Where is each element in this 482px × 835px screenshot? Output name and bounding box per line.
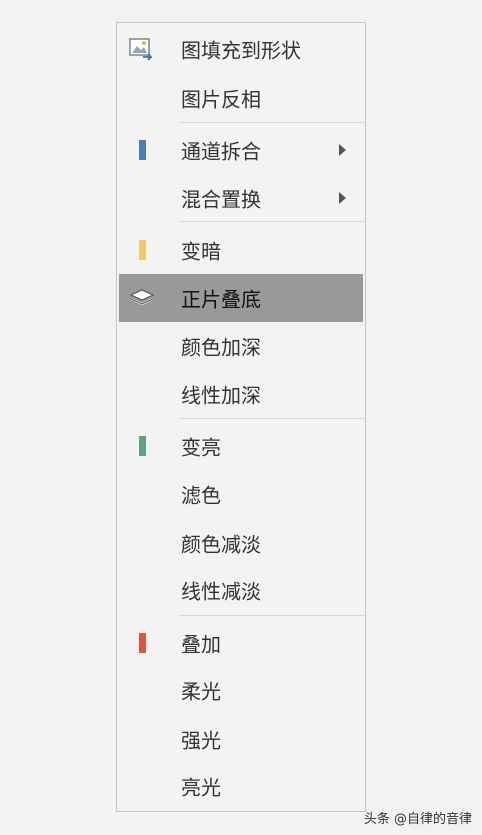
menu-item-channel-split-merge[interactable]: 通道拆合 [119,130,363,170]
menu-item-label: 线性加深 [181,383,261,408]
menu-item-blend-replace[interactable]: 混合置换 [119,178,363,218]
menu-item-label: 混合置换 [181,187,261,212]
menu-separator [179,221,365,222]
menu-item-label: 变暗 [181,239,221,264]
menu-item-label: 强光 [181,728,221,753]
menu-item-overlay[interactable]: 叠加 [119,623,363,663]
menu-item-label: 亮光 [181,775,221,800]
submenu-arrow-icon [339,192,346,204]
menu-item-label: 正片叠底 [181,287,261,312]
menu-item-label: 图填充到形状 [181,38,301,63]
menu-separator [179,418,365,419]
yellow-swatch-icon [139,240,146,260]
picture-fill-icon [129,38,153,61]
red-swatch-icon [139,633,146,653]
menu-item-label: 颜色加深 [181,335,261,360]
menu-item-fill-picture-to-shape[interactable]: 图填充到形状 [119,29,363,69]
menu-item-label: 叠加 [181,632,221,657]
menu-item-label: 滤色 [181,483,221,508]
menu-item-label: 颜色减淡 [181,532,261,557]
green-swatch-icon [139,436,146,456]
blue-swatch-icon [139,140,146,160]
menu-item-linear-burn[interactable]: 线性加深 [119,374,363,414]
menu-item-vivid-light[interactable]: 亮光 [119,766,363,806]
menu-item-lighten[interactable]: 变亮 [119,426,363,466]
menu-item-label: 通道拆合 [181,139,261,164]
menu-item-label: 变亮 [181,435,221,460]
menu-item-hard-light[interactable]: 强光 [119,719,363,759]
watermark-text: 头条 @自律的音律 [363,812,472,827]
context-menu: 图填充到形状 图片反相 通道拆合 混合置换 变暗 正片叠底 颜色加深 线性加深 [116,22,366,812]
menu-item-linear-dodge[interactable]: 线性减淡 [119,570,363,610]
menu-item-soft-light[interactable]: 柔光 [119,670,363,710]
menu-item-screen[interactable]: 滤色 [119,474,363,514]
menu-item-label: 柔光 [181,679,221,704]
menu-separator [179,122,365,123]
submenu-arrow-icon [339,144,346,156]
menu-item-color-dodge[interactable]: 颜色减淡 [119,523,363,563]
layers-icon [129,289,155,306]
menu-item-label: 线性减淡 [181,579,261,604]
menu-item-darken[interactable]: 变暗 [119,230,363,270]
menu-item-label: 图片反相 [181,87,261,112]
menu-item-invert-picture[interactable]: 图片反相 [119,78,363,118]
menu-separator [179,615,365,616]
menu-item-multiply[interactable]: 正片叠底 [119,274,363,322]
menu-item-color-burn[interactable]: 颜色加深 [119,326,363,366]
